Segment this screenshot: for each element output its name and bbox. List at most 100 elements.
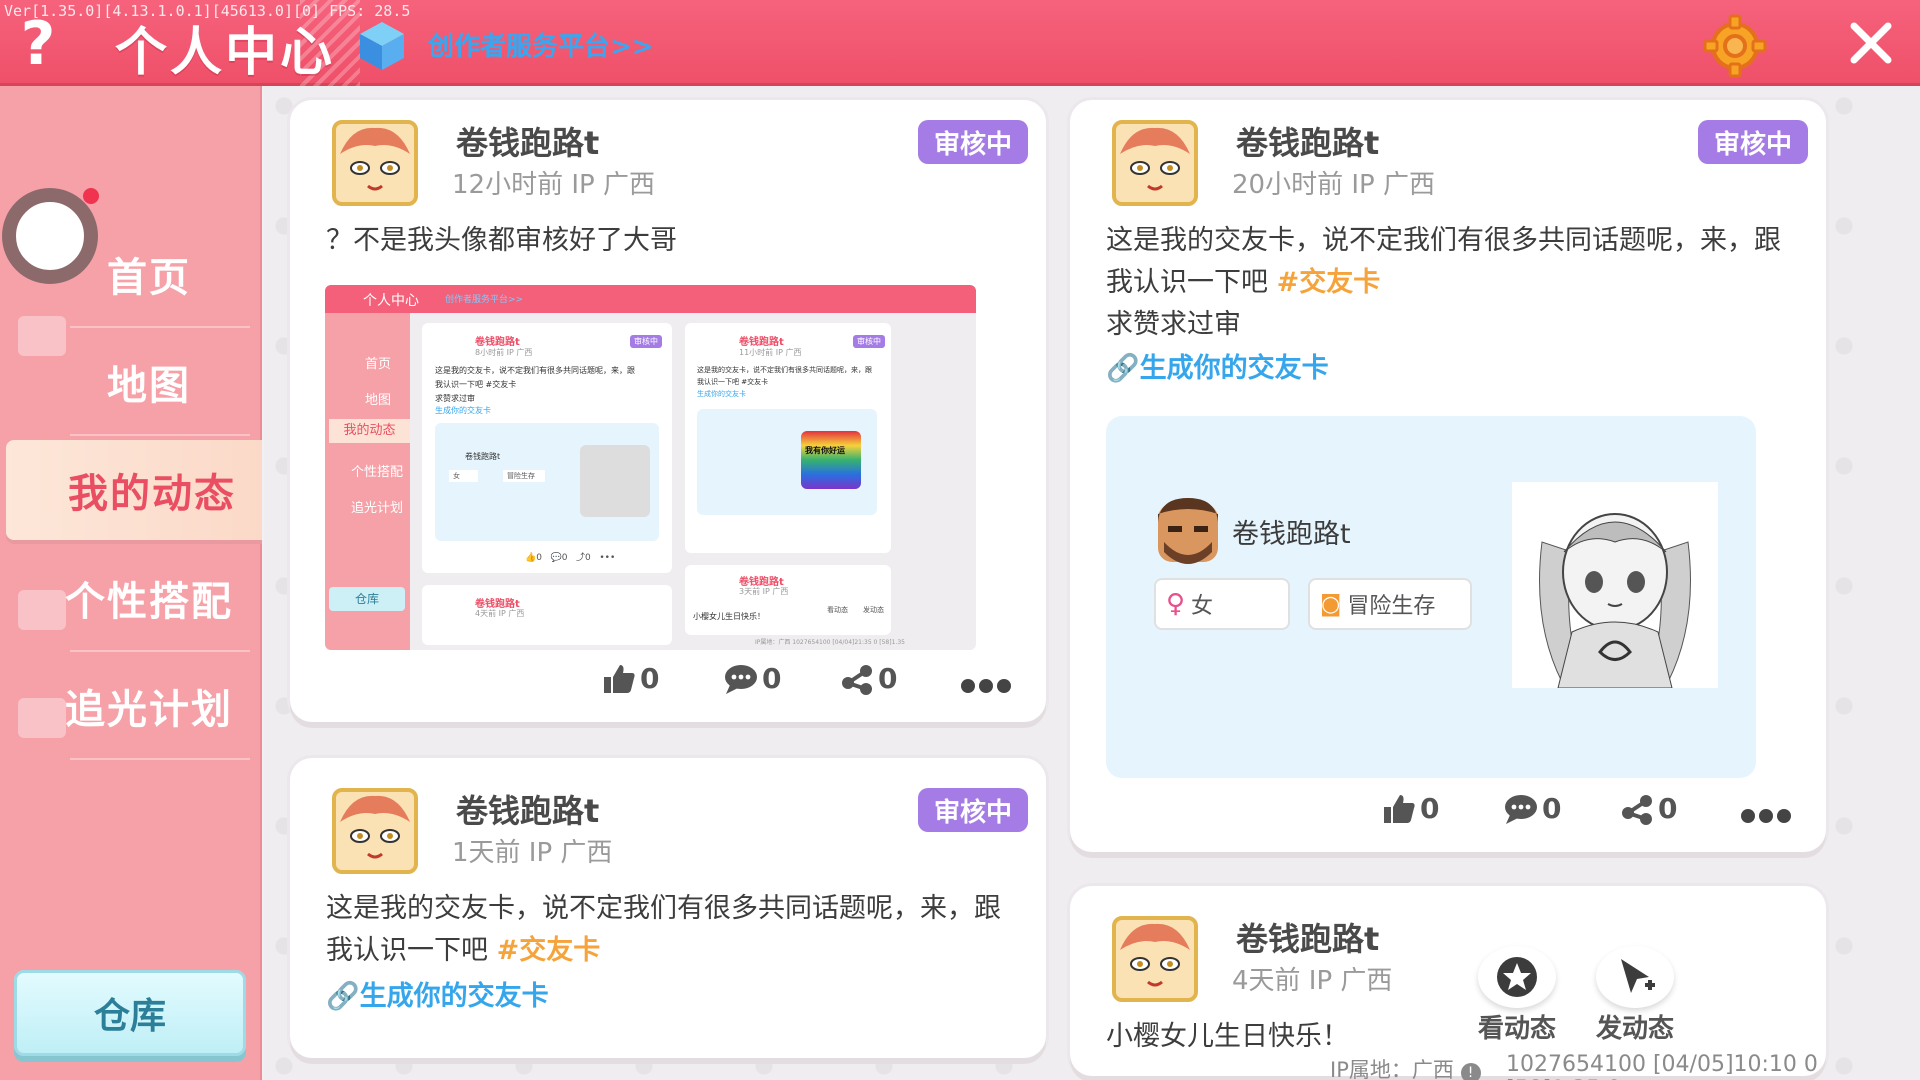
thumb-user: 卷钱跑路t bbox=[475, 337, 520, 348]
gender-label: 女 bbox=[1191, 594, 1214, 619]
post-text-line: 我认识一下吧 #交友卡 bbox=[326, 930, 1001, 972]
info-icon[interactable]: ! bbox=[1460, 1063, 1481, 1080]
thumb-img-text: 我有你好运 bbox=[805, 446, 845, 455]
sidebar-item-outfit[interactable]: 个性搭配 bbox=[0, 548, 262, 648]
thumb-user: 卷钱跑路t bbox=[739, 337, 784, 348]
post-feed-label: 发动态 bbox=[1595, 1014, 1674, 1044]
ip-location: IP属地：广西 ! bbox=[1330, 1054, 1481, 1080]
thumb-meta: 8小时前 IP 广西 bbox=[475, 348, 533, 357]
like-icon bbox=[604, 664, 635, 693]
post-meta: 12小时前 IP 广西 bbox=[452, 170, 655, 200]
thumb-nav-item: 个性搭配 bbox=[351, 465, 404, 480]
thumb-fc-game: 冒险生存 bbox=[503, 470, 545, 482]
post-card[interactable]: 卷钱跑路t 4天前 IP 广西 小樱女儿生日快乐！ bbox=[1070, 886, 1826, 1076]
status-badge: 审核中 bbox=[1698, 120, 1808, 164]
generate-card-label: 生成你的交友卡 bbox=[359, 981, 549, 1012]
sidebar-item-label: 地图 bbox=[107, 363, 191, 409]
thumb-text: 这是我的交友卡，说不定我们有很多共同话题呢，来，跟 bbox=[435, 366, 635, 375]
comment-count: 0 bbox=[1542, 792, 1562, 825]
sidebar-item-chase-light[interactable]: 追光计划 bbox=[0, 656, 262, 756]
creator-platform-link[interactable]: 创作者服务平台>> bbox=[428, 26, 654, 63]
share-button[interactable]: 0 bbox=[1620, 792, 1677, 825]
view-feed-icon bbox=[1478, 946, 1556, 1008]
close-icon[interactable] bbox=[1848, 20, 1894, 66]
thumb-anime-image bbox=[580, 445, 650, 517]
thumb-nav-item: 首页 bbox=[365, 357, 392, 372]
thumb-title: 个人中心 bbox=[363, 293, 419, 309]
share-count: 0 bbox=[1658, 792, 1678, 825]
comment-icon bbox=[1505, 794, 1537, 824]
post-text-line: 我认识一下吧 #交友卡 bbox=[1106, 262, 1781, 304]
view-feed-label: 看动态 bbox=[1477, 1014, 1556, 1044]
share-icon bbox=[842, 664, 872, 695]
post-image[interactable]: 个人中心 创作者服务平台>> 首页 地图 我的动态 个性搭配 追光计划 仓库 卷… bbox=[325, 285, 976, 650]
thumb-meta: 4天前 IP 广西 bbox=[475, 609, 525, 618]
hashtag[interactable]: #交友卡 bbox=[1277, 267, 1381, 298]
link-icon: 🔗 bbox=[326, 981, 360, 1012]
sidebar-item-my-feed[interactable]: 我的动态 bbox=[6, 440, 262, 540]
user-avatar[interactable] bbox=[332, 120, 418, 206]
warehouse-button[interactable]: 仓库 bbox=[14, 970, 246, 1056]
female-icon: ♀ bbox=[1166, 589, 1186, 619]
sidebar-item-label: 个性搭配 bbox=[65, 579, 233, 625]
more-icon[interactable] bbox=[960, 678, 1012, 694]
thumb-post-label: 发动态 bbox=[863, 606, 884, 614]
divider bbox=[70, 434, 250, 436]
user-avatar[interactable] bbox=[332, 788, 418, 874]
like-count: 0 bbox=[1420, 792, 1440, 825]
thumb-badge: 审核中 bbox=[853, 335, 885, 348]
friend-card[interactable]: 卷钱跑路t ♀ 女 ◙ 冒险生存 bbox=[1106, 416, 1756, 778]
home-indicator bbox=[2, 188, 98, 284]
thumb-view-label: 看动态 bbox=[827, 606, 848, 614]
game-icon: ◙ bbox=[1320, 591, 1342, 617]
post-username: 卷钱跑路t bbox=[456, 124, 600, 162]
post-text-line: 这是我的交友卡，说不定我们有很多共同话题呢，来，跟 bbox=[326, 893, 1001, 924]
post-card[interactable]: 卷钱跑路t 20小时前 IP 广西 审核中 这是我的交友卡，说不定我们有很多共同… bbox=[1070, 100, 1826, 852]
divider bbox=[70, 650, 250, 652]
post-text-prefix: 我认识一下吧 bbox=[326, 935, 497, 966]
generate-card-link[interactable]: 🔗生成你的交友卡 bbox=[1106, 346, 1329, 385]
thumb-warehouse: 仓库 bbox=[329, 587, 405, 611]
thumb-badge: 审核中 bbox=[630, 335, 662, 348]
post-text: 小樱女儿生日快乐！ bbox=[1106, 1021, 1349, 1052]
post-card[interactable]: 卷钱跑路t 1天前 IP 广西 审核中 这是我的交友卡，说不定我们有很多共同话题… bbox=[290, 758, 1046, 1058]
comment-button[interactable]: 0 bbox=[724, 662, 781, 695]
friend-name: 卷钱跑路t bbox=[1232, 519, 1351, 550]
post-username: 卷钱跑路t bbox=[1236, 124, 1380, 162]
post-text: ？不是我头像都审核好了大哥 bbox=[326, 225, 677, 256]
thumb-fc-name: 卷钱跑路t bbox=[465, 452, 501, 461]
like-button[interactable]: 0 bbox=[602, 662, 659, 695]
generate-card-link[interactable]: 🔗生成你的交友卡 bbox=[326, 974, 549, 1013]
post-meta: 1天前 IP 广西 bbox=[452, 838, 613, 868]
game-pill: ◙ 冒险生存 bbox=[1308, 578, 1472, 630]
post-meta: 20小时前 IP 广西 bbox=[1232, 170, 1435, 200]
gender-pill: ♀ 女 bbox=[1154, 578, 1290, 630]
status-badge: 审核中 bbox=[918, 788, 1028, 832]
post-card[interactable]: 卷钱跑路t 12小时前 IP 广西 审核中 ？不是我头像都审核好了大哥 个人中心… bbox=[290, 100, 1046, 722]
like-button[interactable]: 0 bbox=[1382, 792, 1439, 825]
thumb-text: 我认识一下吧 #交友卡 bbox=[435, 380, 517, 389]
status-badge: 审核中 bbox=[918, 120, 1028, 164]
build-info: 1027654100 [04/05]10:10 0 [58]1.35.0 bbox=[1506, 1052, 1818, 1080]
comment-button[interactable]: 0 bbox=[1504, 792, 1561, 825]
hashtag[interactable]: #交友卡 bbox=[497, 935, 601, 966]
thumb-meta: 11小时前 IP 广西 bbox=[739, 348, 802, 357]
gear-icon[interactable] bbox=[1703, 14, 1767, 78]
share-button[interactable]: 0 bbox=[840, 662, 897, 695]
top-bar: Ver[1.35.0][4.13.1.0.1][45613.0][0] FPS:… bbox=[0, 0, 1920, 86]
post-text-line: 求赞求过审 bbox=[1106, 309, 1241, 340]
thumb-topbar bbox=[325, 285, 976, 313]
thumb-nav-item: 我的动态 bbox=[329, 419, 410, 443]
thumb-text: 我认识一下吧 #交友卡 bbox=[697, 378, 769, 386]
user-avatar[interactable] bbox=[1112, 916, 1198, 1002]
sidebar-item-map[interactable]: 地图 bbox=[0, 332, 262, 432]
user-avatar[interactable] bbox=[1112, 120, 1198, 206]
sidebar-item-label: 追光计划 bbox=[65, 687, 233, 733]
thumb-text: 这是我的交友卡，说不定我们有很多共同话题呢，来，跟 bbox=[697, 366, 872, 374]
comment-count: 0 bbox=[762, 662, 782, 695]
page-title: 个人中心 bbox=[115, 23, 336, 83]
help-icon[interactable]: ? bbox=[14, 14, 62, 74]
view-feed-button[interactable]: 看动态 bbox=[1462, 946, 1572, 1046]
post-feed-button[interactable]: 发动态 bbox=[1580, 946, 1690, 1046]
more-icon[interactable] bbox=[1740, 808, 1792, 824]
